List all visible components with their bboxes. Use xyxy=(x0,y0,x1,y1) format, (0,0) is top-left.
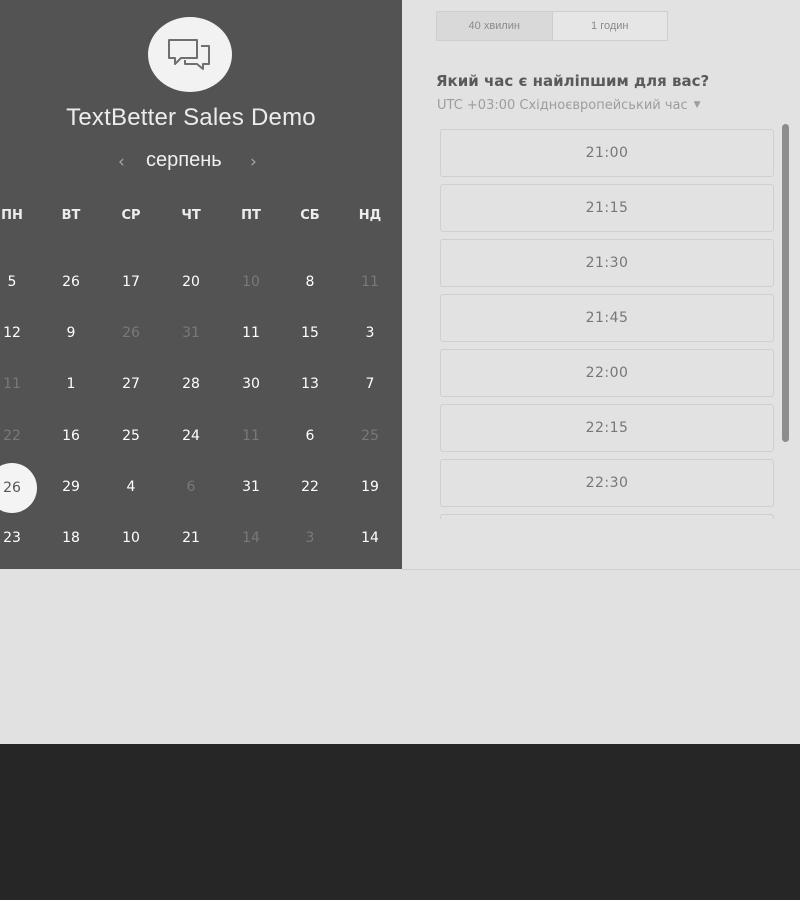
weekday-header: ВТ xyxy=(61,208,81,223)
day-cell[interactable]: 9 xyxy=(51,325,91,341)
day-cell[interactable]: 5 xyxy=(0,274,32,290)
day-cell: 6 xyxy=(186,479,196,495)
day-cell-selected[interactable]: 26 xyxy=(0,463,37,513)
weekday-header: СР xyxy=(121,208,141,223)
day-cell[interactable]: 23 xyxy=(0,530,32,546)
weekday-header: СБ xyxy=(300,208,320,223)
day-cell: 26 xyxy=(122,325,140,341)
footer-band xyxy=(0,744,800,900)
weekday-header: ПН xyxy=(1,208,23,223)
day-cell[interactable]: 22 xyxy=(290,479,330,495)
duration-switch: 40 хвилин 1 годин xyxy=(436,11,668,41)
day-cell[interactable]: 25 xyxy=(111,428,151,444)
day-cell[interactable]: 30 xyxy=(231,376,271,392)
time-question: Який час є найліпшим для вас? xyxy=(436,72,710,90)
time-slot[interactable] xyxy=(440,514,774,519)
day-cell[interactable]: 6 xyxy=(290,428,330,444)
day-cell[interactable]: 24 xyxy=(171,428,211,444)
day-cell[interactable]: 17 xyxy=(111,274,151,290)
day-cell: 25 xyxy=(361,428,379,444)
day-cell[interactable]: 28 xyxy=(171,376,211,392)
scrollbar[interactable] xyxy=(782,124,789,442)
month-navigator: ‹ серпень › xyxy=(118,149,264,177)
day-cell[interactable]: 29 xyxy=(51,479,91,495)
day-cell[interactable]: 14 xyxy=(350,530,390,546)
weekday-header: ЧТ xyxy=(181,208,201,223)
day-cell[interactable]: 21 xyxy=(171,530,211,546)
day-cell[interactable]: 12 xyxy=(0,325,32,341)
day-cell[interactable]: 20 xyxy=(171,274,211,290)
day-cell[interactable]: 31 xyxy=(231,479,271,495)
day-cell[interactable]: 26 xyxy=(51,274,91,290)
divider xyxy=(402,569,800,570)
day-cell: 3 xyxy=(305,530,315,546)
day-cell: 10 xyxy=(242,274,260,290)
calendar-panel: TextBetter Sales Demo ‹ серпень › ПН ВТ СР… xyxy=(0,0,402,569)
time-slot[interactable]: 22:30 xyxy=(440,459,774,507)
day-cell: 11 xyxy=(361,274,379,290)
weekday-header: ПТ xyxy=(241,208,261,223)
timezone-label: UTC +03:00 Східноєвропейський час xyxy=(437,98,688,113)
tab-duration-60[interactable]: 1 годин xyxy=(553,12,668,40)
day-cell[interactable]: 27 xyxy=(111,376,151,392)
chat-bubbles-icon xyxy=(148,17,232,92)
chevron-right-icon[interactable]: › xyxy=(250,152,257,172)
day-cell: 14 xyxy=(242,530,260,546)
day-cell: 11 xyxy=(242,428,260,444)
timezone-select[interactable]: UTC +03:00 Східноєвропейський час ▼ xyxy=(437,98,701,113)
time-slot[interactable]: 21:45 xyxy=(440,294,774,342)
day-cell: 22 xyxy=(3,428,21,444)
day-cell: 11 xyxy=(3,376,21,392)
page-title: TextBetter Sales Demo xyxy=(66,104,316,131)
time-slot[interactable]: 21:00 xyxy=(440,129,774,177)
day-cell[interactable]: 19 xyxy=(350,479,390,495)
day-cell[interactable]: 15 xyxy=(290,325,330,341)
day-cell[interactable]: 8 xyxy=(290,274,330,290)
weekday-header: НД xyxy=(358,208,382,223)
time-slot-list: 21:00 21:15 21:30 21:45 22:00 22:15 22:30 xyxy=(440,129,774,519)
time-panel: 40 хвилин 1 годин Який час є найліпшим д… xyxy=(402,0,800,569)
day-cell[interactable]: 10 xyxy=(111,530,151,546)
day-cell[interactable]: 13 xyxy=(290,376,330,392)
chevron-left-icon[interactable]: ‹ xyxy=(118,152,125,172)
day-cell[interactable]: 16 xyxy=(51,428,91,444)
month-label: серпень xyxy=(146,149,222,171)
day-cell[interactable]: 7 xyxy=(350,376,390,392)
day-cell[interactable]: 11 xyxy=(231,325,271,341)
day-cell[interactable]: 3 xyxy=(350,325,390,341)
time-slot[interactable]: 21:30 xyxy=(440,239,774,287)
day-cell[interactable]: 1 xyxy=(51,376,91,392)
time-slot[interactable]: 21:15 xyxy=(440,184,774,232)
day-cell[interactable]: 4 xyxy=(111,479,151,495)
day-cell[interactable]: 18 xyxy=(51,530,91,546)
day-cell: 31 xyxy=(182,325,200,341)
caret-down-icon: ▼ xyxy=(693,100,701,110)
time-slot[interactable]: 22:00 xyxy=(440,349,774,397)
time-slot[interactable]: 22:15 xyxy=(440,404,774,452)
tab-duration-40[interactable]: 40 хвилин xyxy=(437,12,553,40)
